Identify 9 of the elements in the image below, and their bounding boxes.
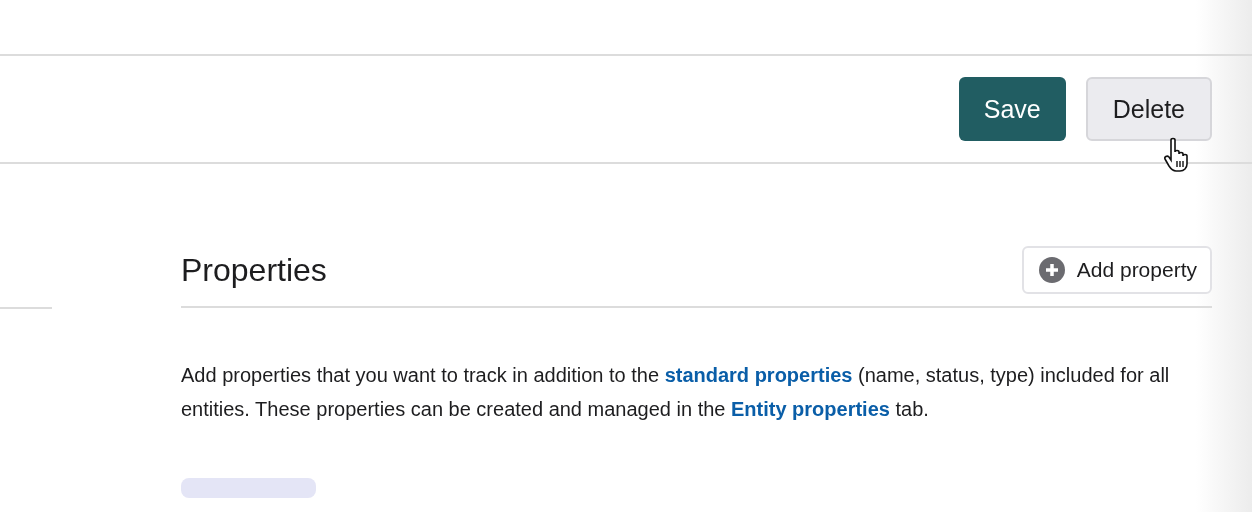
save-button[interactable]: Save [958, 77, 1066, 141]
properties-link[interactable]: standard properties [664, 364, 853, 386]
add-property-button[interactable]: Add property [1021, 246, 1212, 294]
description-text: Add properties that you want to track in addition to the standard properties (name, status, type) included for all entities. These properties can be created and managed in the Entity properties tab. [181, 363, 1171, 422]
partial-button[interactable] [181, 478, 316, 498]
delete-button[interactable]: Delete [1085, 77, 1212, 141]
properties-link[interactable]: Entity properties [731, 398, 890, 420]
section-title: Properties [181, 251, 327, 289]
add-icon [1038, 257, 1065, 283]
